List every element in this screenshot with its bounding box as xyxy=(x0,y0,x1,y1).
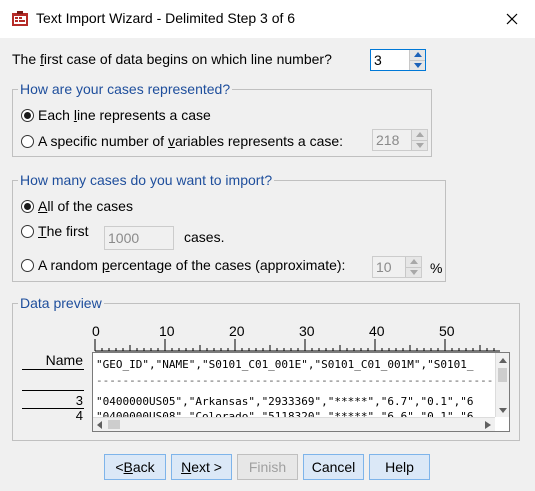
radio-first-n-label: The first xyxy=(38,223,89,239)
cancel-button[interactable]: Cancel xyxy=(303,454,364,480)
first-line-spinner[interactable]: 3 xyxy=(370,49,426,71)
arrow-down-icon xyxy=(415,142,424,148)
scroll-right-button[interactable] xyxy=(481,418,495,431)
radio-random-percentage[interactable]: A random percentage of the cases (approx… xyxy=(21,257,345,273)
ruler-label: 10 xyxy=(159,323,175,339)
percent-suffix-label: % xyxy=(430,260,443,276)
name-column-divider xyxy=(22,390,84,391)
arrow-up-icon xyxy=(415,132,424,138)
arrow-down-icon xyxy=(499,407,507,413)
row-number: 4 xyxy=(75,408,83,423)
preview-line: ----------------------------------------… xyxy=(96,374,494,387)
variables-per-case-value: 218 xyxy=(376,132,400,148)
arrow-down-icon xyxy=(413,62,422,68)
scroll-up-button[interactable] xyxy=(496,353,509,367)
row-number: 3 xyxy=(75,393,83,408)
vertical-scrollbar[interactable] xyxy=(495,353,509,417)
data-preview: 0 10 20 30 40 50 Name 3 4 "GEO_ID","NAME","S0… xyxy=(22,320,512,432)
next-button[interactable]: Next > xyxy=(171,454,232,480)
first-n-input[interactable]: 1000 xyxy=(104,226,174,250)
scroll-thumb[interactable] xyxy=(498,368,507,382)
finish-button[interactable]: Finish xyxy=(237,454,298,480)
radio-each-line[interactable]: Each line represents a case xyxy=(21,107,211,123)
radio-all-cases-label: All of the cases xyxy=(38,198,133,214)
row-divider xyxy=(22,408,84,409)
radio-button[interactable] xyxy=(21,134,34,148)
arrow-right-icon xyxy=(485,421,491,429)
ruler-label: 30 xyxy=(299,323,315,339)
first-n-value: 1000 xyxy=(108,230,140,246)
first-line-value[interactable]: 3 xyxy=(374,52,382,68)
spin-up-button[interactable] xyxy=(405,257,421,268)
cases-suffix-label: cases. xyxy=(184,229,225,245)
data-preview-group-title: Data preview xyxy=(18,295,104,311)
preview-line: "0400000US05","Arkansas","2933369","****… xyxy=(96,395,474,408)
data-preview-box[interactable]: "GEO_ID","NAME","S0101_C01_001E","S0101_… xyxy=(92,352,510,432)
random-percentage-value: 10 xyxy=(376,259,392,275)
radio-button[interactable] xyxy=(21,224,34,238)
title-bar: Text Import Wizard - Delimited Step 3 of… xyxy=(0,0,535,38)
help-button[interactable]: Help xyxy=(369,454,430,480)
representation-group-title: How are your cases represented? xyxy=(18,81,233,97)
radio-button[interactable] xyxy=(21,108,34,122)
radio-first-n[interactable]: The first xyxy=(21,223,89,239)
app-icon xyxy=(12,11,28,26)
arrow-left-icon xyxy=(97,421,102,429)
radio-button[interactable] xyxy=(21,258,34,272)
random-percentage-spinner[interactable]: 10 xyxy=(372,256,422,278)
radio-specific-variables[interactable]: A specific number of variables represent… xyxy=(21,133,343,149)
spin-down-button[interactable] xyxy=(409,60,425,70)
row-name-column: Name 3 4 xyxy=(22,352,84,432)
ruler-label: 50 xyxy=(439,323,455,339)
ruler-label: 20 xyxy=(229,323,245,339)
radio-all-cases[interactable]: All of the cases xyxy=(21,198,133,214)
scroll-down-button[interactable] xyxy=(496,403,509,417)
arrow-down-icon xyxy=(409,269,418,275)
radio-button[interactable] xyxy=(21,199,34,213)
name-column-header: Name xyxy=(22,352,84,370)
spin-up-button[interactable] xyxy=(409,50,425,61)
radio-random-percentage-label: A random percentage of the cases (approx… xyxy=(38,257,346,273)
spin-up-button[interactable] xyxy=(411,130,427,141)
arrow-up-icon xyxy=(499,357,507,363)
import-count-group-title: How many cases do you want to import? xyxy=(18,172,275,188)
variables-per-case-spinner[interactable]: 218 xyxy=(372,129,428,151)
arrow-up-icon xyxy=(413,52,422,58)
preview-line: "GEO_ID","NAME","S0101_C01_001E","S0101_… xyxy=(96,358,474,371)
close-button[interactable] xyxy=(489,0,535,38)
spin-down-button[interactable] xyxy=(411,140,427,150)
radio-each-line-label: Each line represents a case xyxy=(38,107,211,123)
scroll-thumb[interactable] xyxy=(108,420,120,429)
close-icon xyxy=(506,13,518,25)
arrow-up-icon xyxy=(409,259,418,265)
horizontal-scrollbar[interactable] xyxy=(93,417,495,431)
first-line-label: The first case of data begins on which l… xyxy=(12,51,332,67)
column-ruler: 0 10 20 30 40 50 xyxy=(92,323,500,352)
spin-down-button[interactable] xyxy=(405,267,421,277)
ruler-label: 40 xyxy=(369,323,385,339)
ruler-label: 0 xyxy=(92,323,100,339)
radio-specific-variables-label: A specific number of variables represent… xyxy=(38,133,344,149)
scroll-left-button[interactable] xyxy=(93,418,107,431)
back-button[interactable]: < Back xyxy=(104,454,166,480)
window-title: Text Import Wizard - Delimited Step 3 of… xyxy=(36,10,296,26)
